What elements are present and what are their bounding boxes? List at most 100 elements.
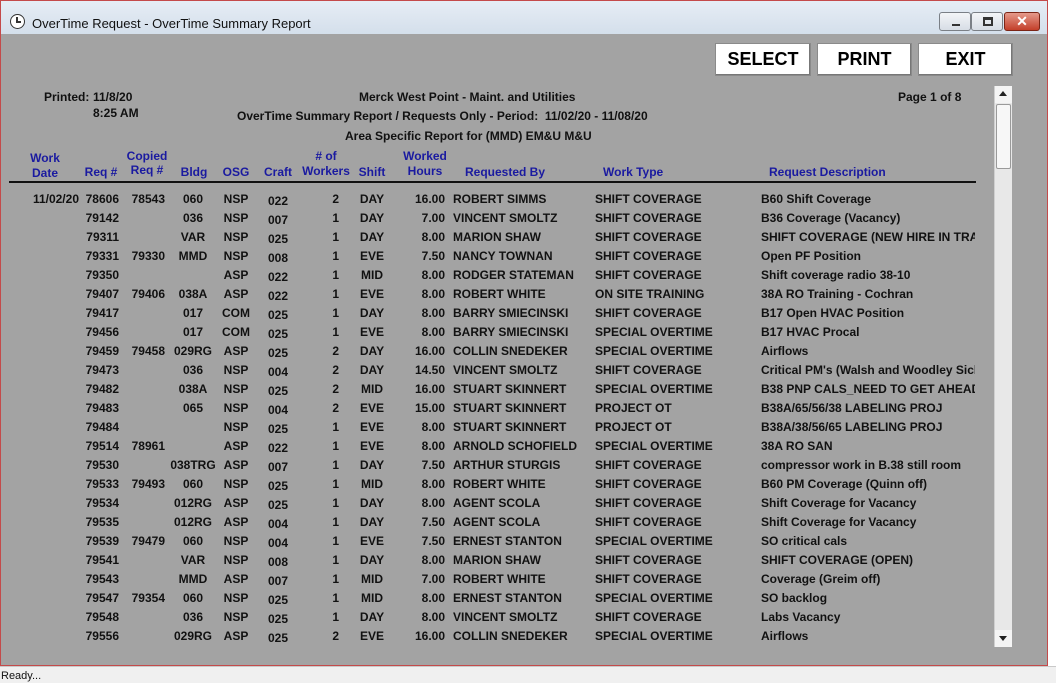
cell-work-type: SPECIAL OVERTIME [595,344,713,358]
cell-craft: 025 [267,593,289,607]
table-row: 79473 036 NSP 004 2 DAY 14.50 VINCENT SMOLTZ SHI… [9,363,994,382]
cell-requested-by: BARRY SMIECINSKI [453,306,569,320]
printed-date: 11/8/20 [93,90,133,104]
cell-craft: 022 [267,441,289,455]
cell-requested-by: AGENT SCOLA [453,496,541,510]
cell-shift: DAY [359,306,385,320]
cell-work-type: SPECIAL OVERTIME [595,382,713,396]
table-row: 79459 79458 029RG ASP 025 2 DAY 16.00 COLLIN SNE… [9,344,994,363]
scroll-up-button[interactable] [995,86,1012,103]
cell-craft: 007 [267,213,289,227]
table-row: 79533 79493 060 NSP 025 1 MID 8.00 ROBERT WHITE S… [9,477,994,496]
exit-button[interactable]: EXIT [918,43,1013,76]
cell-description: B38A/38/56/65 LABELING PROJ [761,420,943,434]
cell-bldg: 060 [182,192,204,206]
cell-requested-by: MARION SHAW [453,230,541,244]
cell-work-type: SHIFT COVERAGE [595,553,702,567]
cell-description: SHIFT COVERAGE (OPEN) [761,553,914,567]
cell-req: 79547 [85,591,119,605]
cell-shift: DAY [359,553,385,567]
cell-req: 79483 [85,401,119,415]
col-work-date-1: Work [30,151,60,165]
cell-description: 38A RO SAN [761,439,833,453]
cell-workers: 2 [332,363,339,377]
cell-workers: 2 [332,192,339,206]
cell-bldg: 036 [182,610,204,624]
col-osg: OSG [222,165,250,179]
cell-work-type: SHIFT COVERAGE [595,230,702,244]
minimize-button[interactable] [939,12,971,31]
cell-osg: NSP [223,249,249,263]
cell-shift: DAY [359,363,385,377]
cell-requested-by: VINCENT SMOLTZ [453,363,558,377]
cell-bldg: 029RG [173,629,213,643]
table-row: 79482 038A NSP 025 2 MID 16.00 STUART SKINNERT S… [9,382,994,401]
cell-osg: NSP [223,534,249,548]
cell-bldg: 017 [182,325,204,339]
cell-workers: 2 [332,629,339,643]
cell-requested-by: ROBERT SIMMS [453,192,547,206]
cell-shift: EVE [359,287,384,301]
cell-copied-req: 79458 [131,344,165,358]
table-row: 79331 79330 MMD NSP 008 1 EVE 7.50 NANCY TOWNAN S… [9,249,994,268]
cell-requested-by: COLLIN SNEDEKER [453,629,568,643]
cell-bldg: 060 [182,591,204,605]
cell-requested-by: COLLIN SNEDEKER [453,344,568,358]
cell-hours: 14.50 [414,363,445,377]
cell-osg: ASP [223,268,249,282]
cell-craft: 025 [267,232,289,246]
cell-shift: EVE [359,325,384,339]
cell-workers: 1 [332,306,339,320]
table-row: 79543 MMD ASP 007 1 MID 7.00 ROBERT WHITE SHIFT … [9,572,994,591]
close-button[interactable]: ✕ [1004,12,1040,31]
cell-copied-req: 79354 [131,591,165,605]
cell-shift: MID [361,477,383,491]
cell-work-type: SPECIAL OVERTIME [595,591,713,605]
maximize-icon [983,17,993,26]
cell-hours: 8.00 [421,268,445,282]
table-row: 79407 79406 038A ASP 022 1 EVE 8.00 ROBERT WHITE… [9,287,994,306]
cell-osg: NSP [223,230,249,244]
cell-shift: DAY [359,610,385,624]
cell-requested-by: ERNEST STANTON [453,534,562,548]
col-copied-1: Copied [126,149,168,163]
cell-req: 79548 [85,610,119,624]
cell-description: B38A/65/56/38 LABELING PROJ [761,401,943,415]
maximize-button[interactable] [971,12,1003,31]
cell-hours: 8.00 [421,496,445,510]
cell-workers: 1 [332,591,339,605]
scroll-down-button[interactable] [995,630,1012,647]
cell-req: 79539 [85,534,119,548]
title-bar[interactable]: OverTime Request - OverTime Summary Repo… [1,1,1047,34]
print-button[interactable]: PRINT [817,43,912,76]
minimize-icon [952,24,960,26]
cell-req: 79543 [85,572,119,586]
report-view[interactable]: Printed: 11/8/20 8:25 AM Merck West Poin… [9,85,1013,647]
cell-workers: 1 [332,287,339,301]
cell-craft: 004 [267,536,289,550]
col-description: Request Description [769,165,886,179]
cell-requested-by: BARRY SMIECINSKI [453,325,569,339]
cell-osg: NSP [223,553,249,567]
table-row: 79483 065 NSP 004 2 EVE 15.00 STUART SKINNERT PR… [9,401,994,420]
arrow-down-icon [999,636,1007,641]
cell-requested-by: STUART SKINNERT [453,420,567,434]
printed-time: 8:25 AM [93,106,139,120]
cell-craft: 025 [267,327,289,341]
scroll-thumb[interactable] [996,104,1011,169]
cell-shift: EVE [359,420,384,434]
cell-hours: 8.00 [421,591,445,605]
col-requested-by: Requested By [465,165,546,179]
cell-description: B60 PM Coverage (Quinn off) [761,477,928,491]
cell-work-type: SHIFT COVERAGE [595,477,702,491]
cell-workers: 1 [332,211,339,225]
cell-bldg: 038A [178,382,208,396]
table-row: 11/02/20 78606 78543 060 NSP 022 2 DAY 16.00 ROBE… [9,192,994,211]
page-current: 1 [930,90,937,104]
cell-copied-req: 79330 [131,249,165,263]
col-craft: Craft [263,165,292,179]
cell-craft: 025 [267,384,289,398]
cell-shift: EVE [359,401,384,415]
select-button[interactable]: SELECT [715,43,811,76]
vertical-scrollbar[interactable] [994,86,1012,647]
